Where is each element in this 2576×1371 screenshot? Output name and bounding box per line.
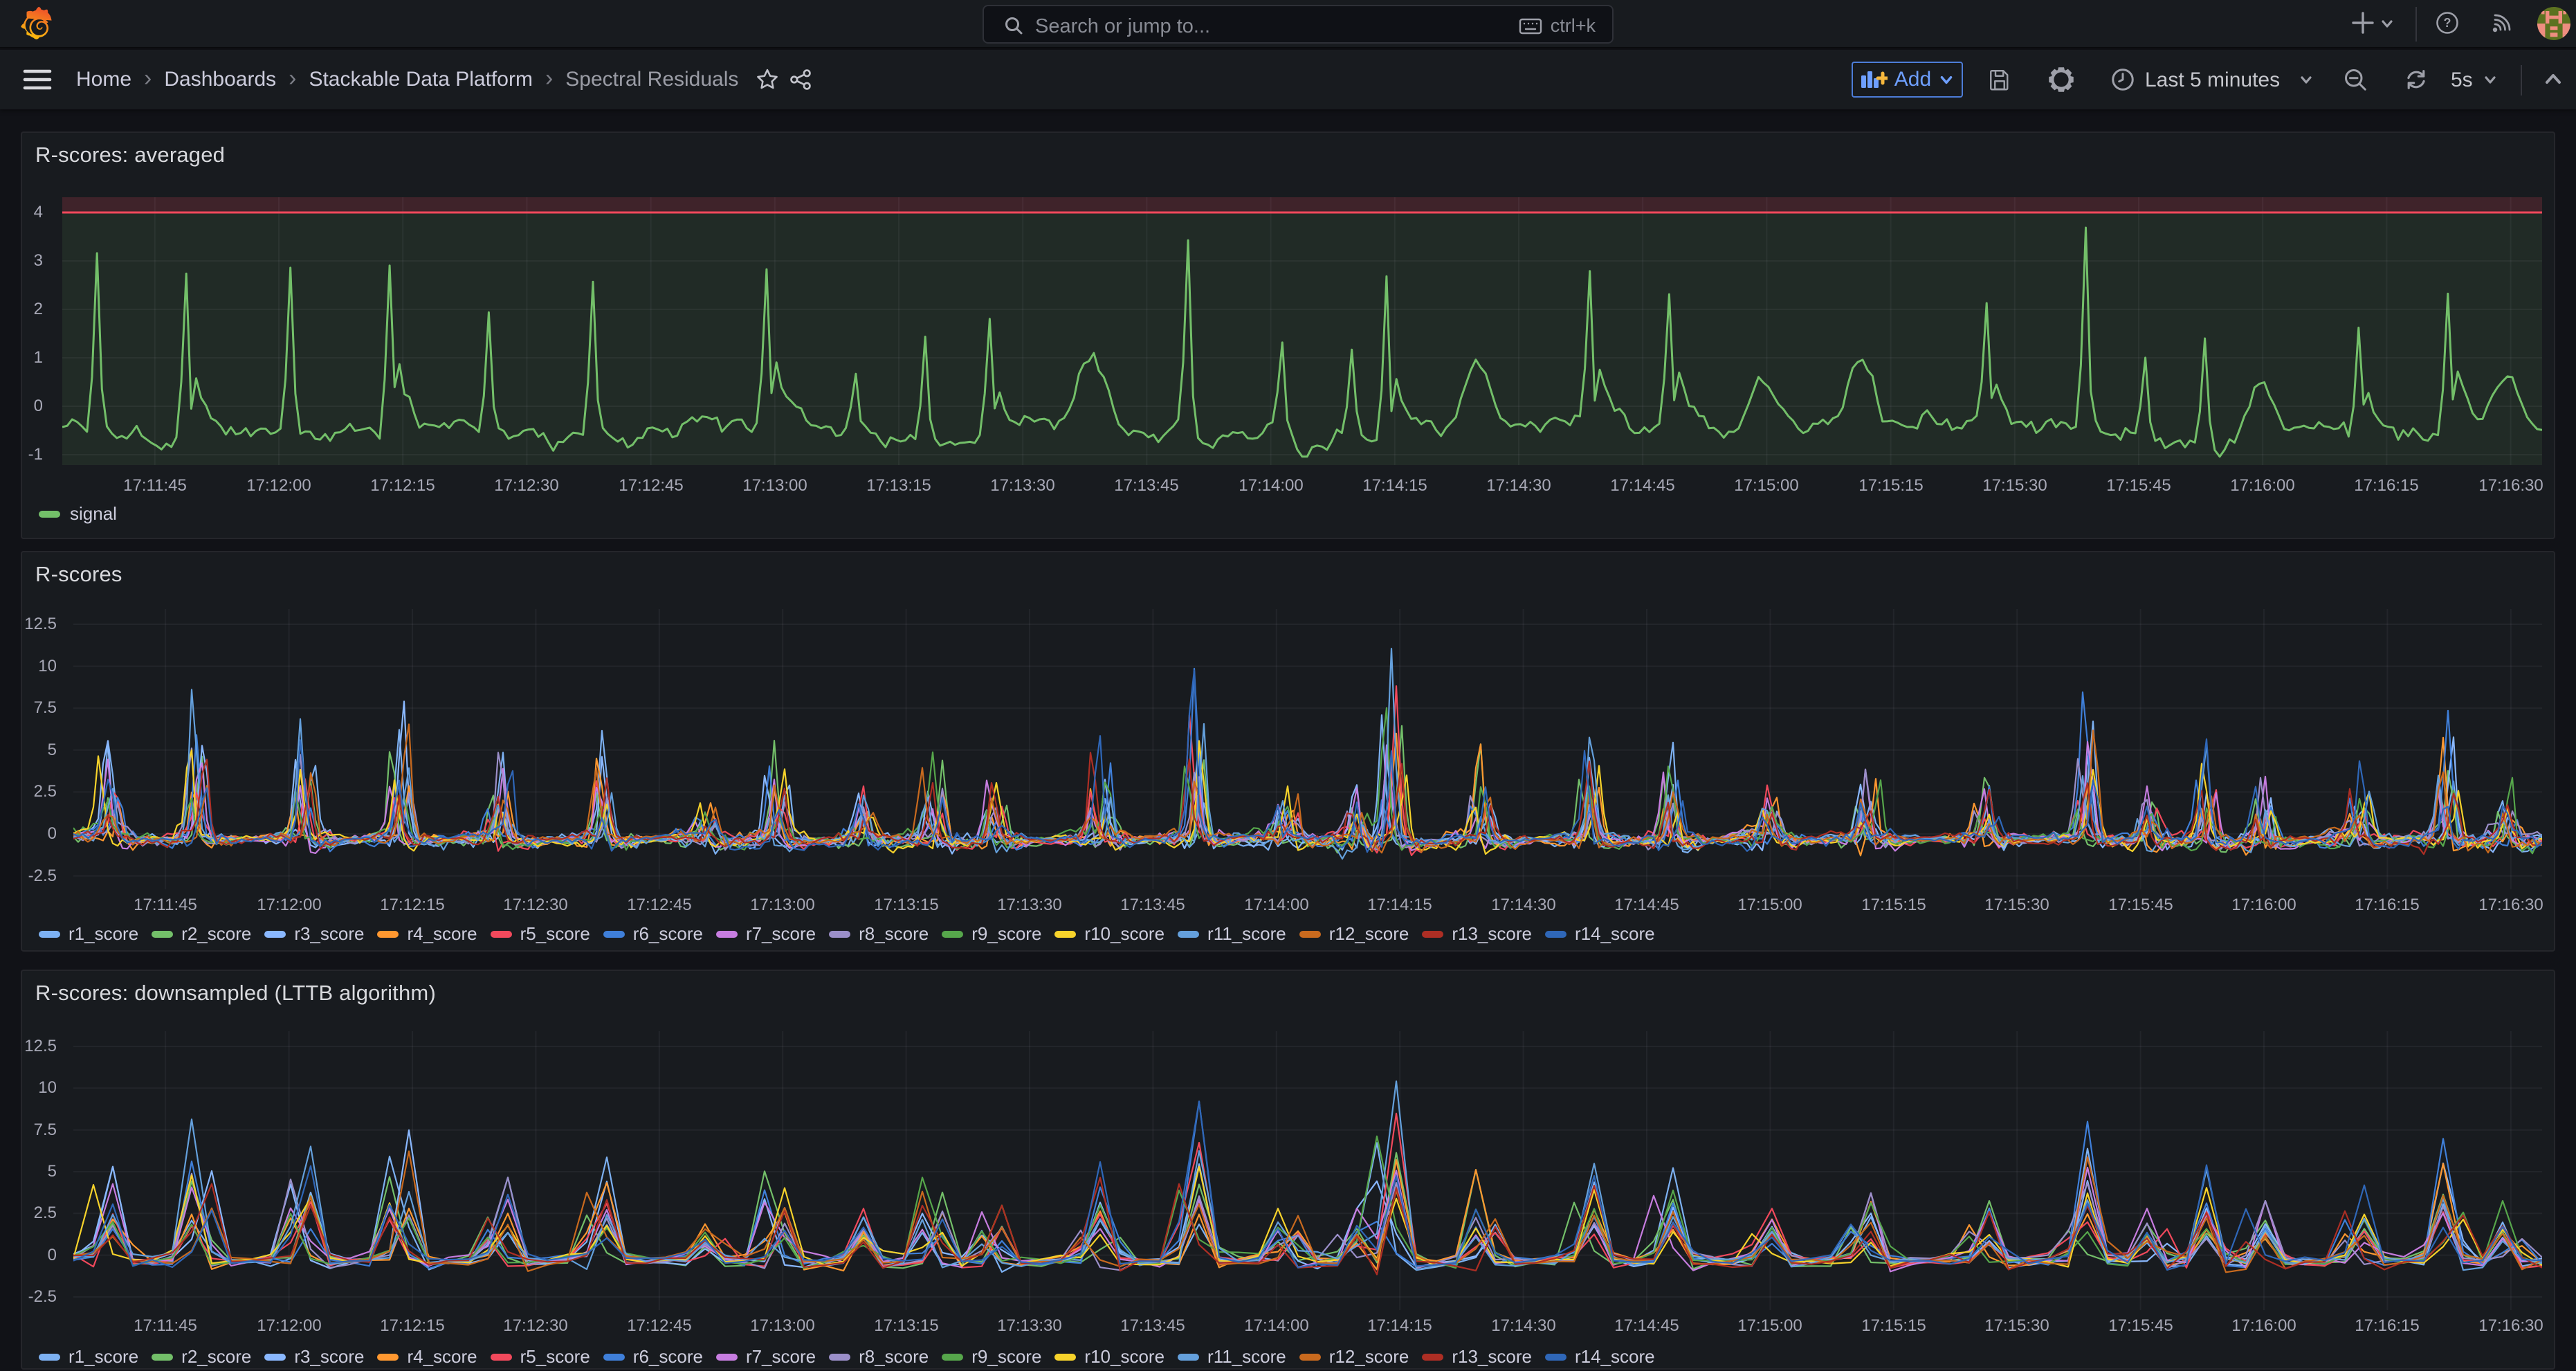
svg-text:?: ? [2444, 16, 2451, 30]
